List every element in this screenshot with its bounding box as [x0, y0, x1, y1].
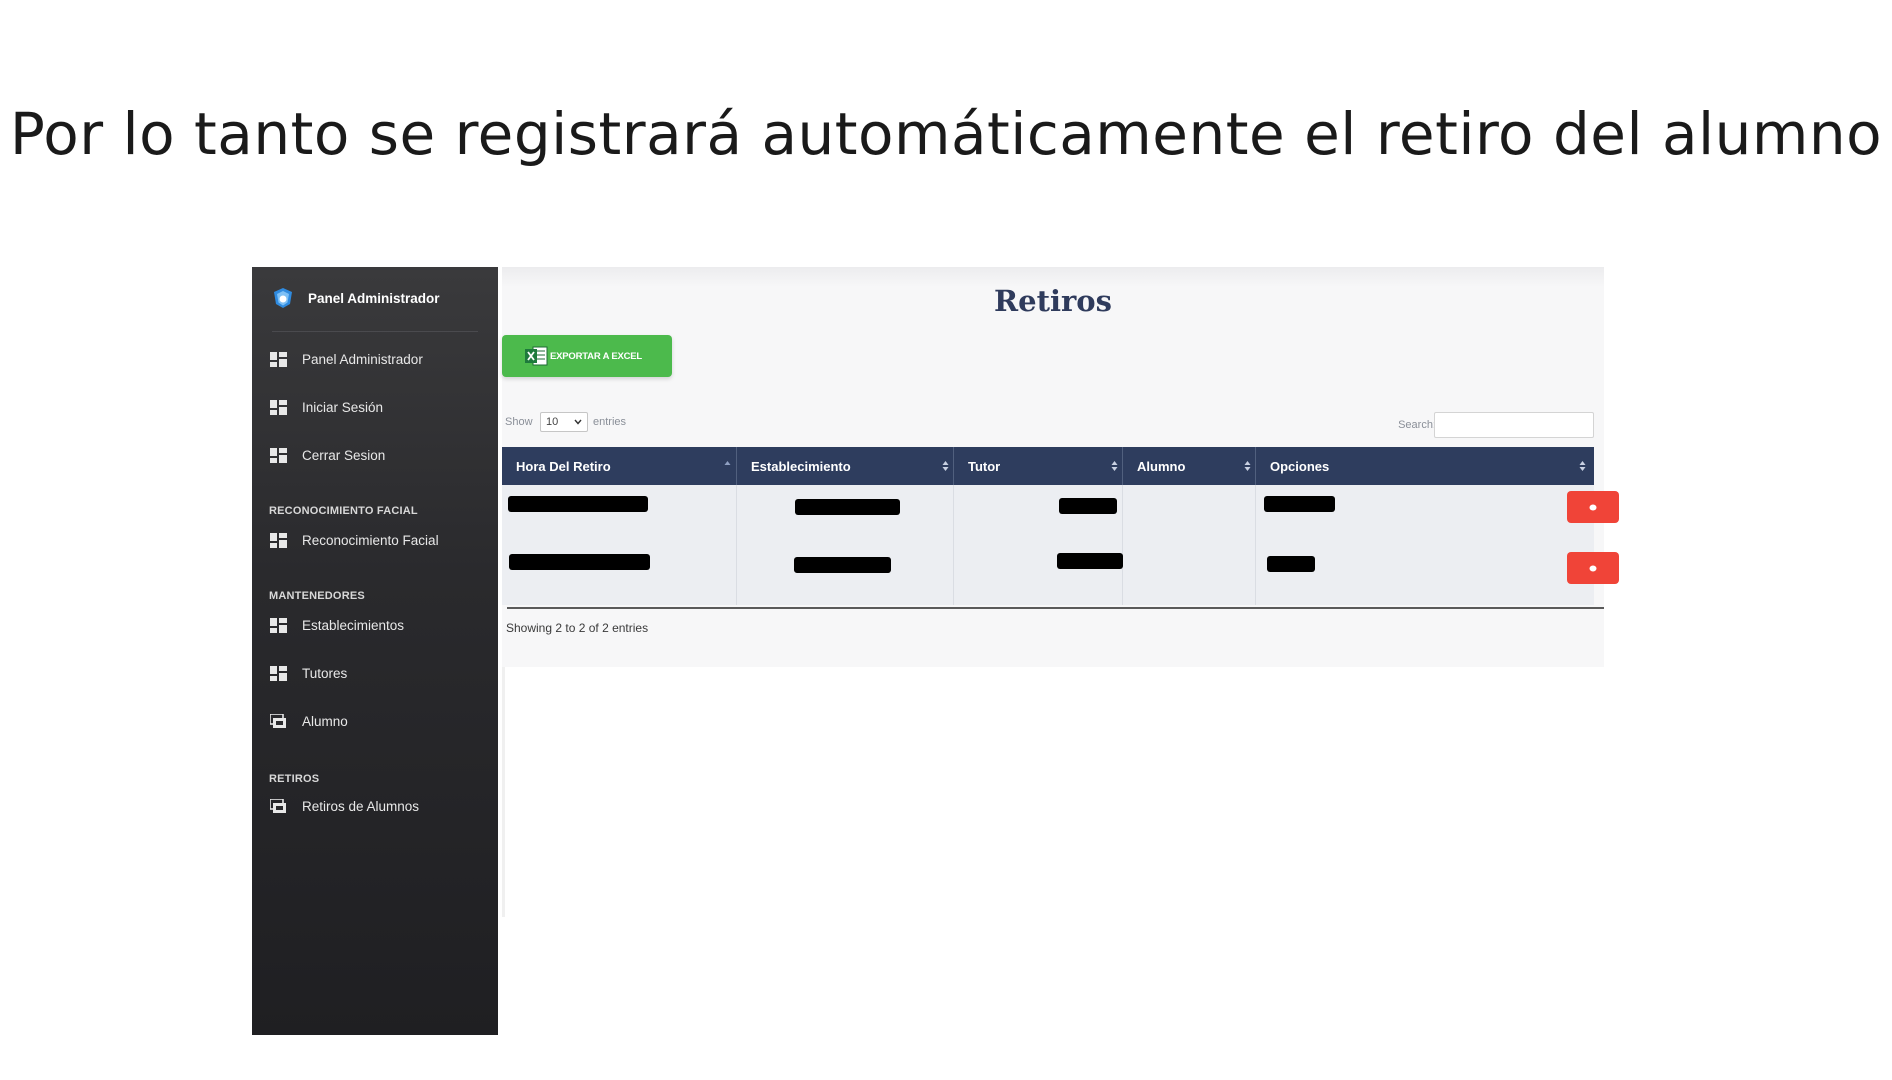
sidebar-item-cerrar-sesion[interactable]: Cerrar Sesion: [270, 444, 385, 466]
column-header-label: Opciones: [1270, 458, 1330, 474]
redacted-establecimiento-row-2: [794, 557, 891, 573]
search-label: Search:: [1398, 419, 1436, 431]
sidebar-item-tutores[interactable]: Tutores: [270, 662, 347, 684]
sidebar-item-panel-administrador[interactable]: Panel Administrador: [270, 348, 423, 370]
sidebar-item-reconocimiento-facial[interactable]: Reconocimiento Facial: [270, 529, 439, 551]
dashboard-icon: [270, 447, 287, 463]
slide-title: Por lo tanto se registrará automáticamen…: [9, 100, 1883, 168]
chevron-down-icon: [574, 419, 582, 425]
export-excel-button[interactable]: EXPORTAR A EXCEL: [502, 335, 672, 377]
sidebar-item-label: Cerrar Sesion: [302, 447, 386, 463]
column-header-label: Hora Del Retiro: [516, 458, 611, 474]
brand-divider: [272, 331, 478, 332]
column-header-opciones[interactable]: Opciones: [1270, 447, 1329, 485]
redacted-alumno-row-1: [1264, 496, 1335, 512]
excel-icon: [525, 346, 548, 366]
sidebar-section-retiros: RETIROS: [269, 773, 320, 785]
page-title: Retiros: [994, 284, 1112, 318]
slide: Por lo tanto se registrará automáticamen…: [0, 0, 1892, 1080]
redacted-alumno-row-2: [1267, 556, 1315, 572]
sidebar-item-label: Tutores: [302, 665, 348, 681]
entries-select-value: 10: [546, 416, 559, 428]
sidebar-item-establecimientos[interactable]: Establecimientos: [270, 614, 404, 636]
show-label: Show: [505, 416, 533, 428]
stack-icon: [270, 798, 286, 813]
sort-icon: [942, 461, 949, 471]
main-content: Retiros EXPORTAR A EXCEL Show 10 entries…: [502, 267, 1619, 667]
column-separator: [736, 447, 737, 485]
sidebar-item-retiros-de-alumnos[interactable]: Retiros de Alumnos: [270, 795, 419, 817]
column-header-hora-del-retiro[interactable]: Hora Del Retiro: [516, 447, 611, 485]
redacted-establecimiento-row-1: [795, 499, 900, 515]
sidebar-item-alumno[interactable]: Alumno: [270, 710, 348, 732]
shield-logo-icon: [274, 288, 292, 308]
dashboard-icon: [270, 665, 287, 681]
dashboard-icon: [270, 399, 287, 415]
trash-icon: [1589, 504, 1597, 510]
table-header: Hora Del Retiro Establecimiento Tutor Al…: [502, 447, 1594, 485]
dashboard-icon: [270, 617, 287, 633]
content-edge: [502, 667, 505, 917]
column-separator: [1255, 447, 1256, 485]
sidebar-item-iniciar-sesion[interactable]: Iniciar Sesión: [270, 396, 383, 418]
column-header-label: Tutor: [968, 458, 1001, 474]
delete-button-row-1[interactable]: [1567, 491, 1619, 523]
column-separator: [1122, 485, 1123, 605]
sidebar-item-label: Panel Administrador: [302, 351, 423, 367]
redacted-hora-row-2: [509, 554, 650, 570]
table-footer-line: [507, 607, 1604, 609]
sort-icon: [1244, 461, 1251, 471]
sidebar-item-label: Retiros de Alumnos: [302, 798, 420, 814]
redacted-tutor-row-2: [1057, 553, 1123, 569]
column-header-label: Establecimiento: [751, 458, 851, 474]
sidebar-section-reconocimiento-facial: RECONOCIMIENTO FACIAL: [269, 505, 418, 517]
search-input[interactable]: [1434, 412, 1594, 438]
column-header-label: Alumno: [1137, 458, 1186, 474]
column-separator: [953, 485, 954, 605]
sidebar-section-mantenedores: MANTENEDORES: [269, 590, 365, 602]
redacted-tutor-row-1: [1059, 498, 1117, 514]
dashboard-icon: [270, 532, 287, 548]
delete-button-row-2[interactable]: [1567, 552, 1619, 584]
app-screenshot: Panel Administrador Panel Administrador …: [252, 267, 1619, 1035]
column-header-tutor[interactable]: Tutor: [968, 447, 1000, 485]
entries-select[interactable]: 10: [540, 412, 588, 432]
brand-title: Panel Administrador: [308, 290, 440, 306]
sort-icon: [1111, 461, 1118, 471]
trash-icon: [1589, 565, 1597, 571]
entries-label: entries: [593, 416, 627, 428]
sidebar-item-label: Iniciar Sesión: [302, 399, 384, 415]
sort-icon: [1579, 461, 1586, 471]
sidebar-brand[interactable]: Panel Administrador: [272, 285, 440, 311]
table-body: [502, 485, 1594, 605]
column-separator: [1122, 447, 1123, 485]
sidebar-item-label: Establecimientos: [302, 617, 405, 633]
column-header-establecimiento[interactable]: Establecimiento: [751, 447, 851, 485]
sidebar-item-label: Alumno: [302, 713, 348, 729]
redacted-hora-row-1: [508, 496, 648, 512]
sidebar-item-label: Reconocimiento Facial: [302, 532, 439, 548]
column-separator: [736, 485, 737, 605]
stack-icon: [270, 713, 286, 728]
sort-ascending-icon: [724, 461, 731, 465]
column-separator: [1255, 485, 1256, 605]
column-separator: [953, 447, 954, 485]
sidebar: Panel Administrador Panel Administrador …: [252, 267, 498, 1035]
dashboard-icon: [270, 351, 287, 367]
export-excel-label: EXPORTAR A EXCEL: [550, 350, 642, 362]
table-info: Showing 2 to 2 of 2 entries: [506, 621, 649, 635]
column-header-alumno[interactable]: Alumno: [1137, 447, 1185, 485]
